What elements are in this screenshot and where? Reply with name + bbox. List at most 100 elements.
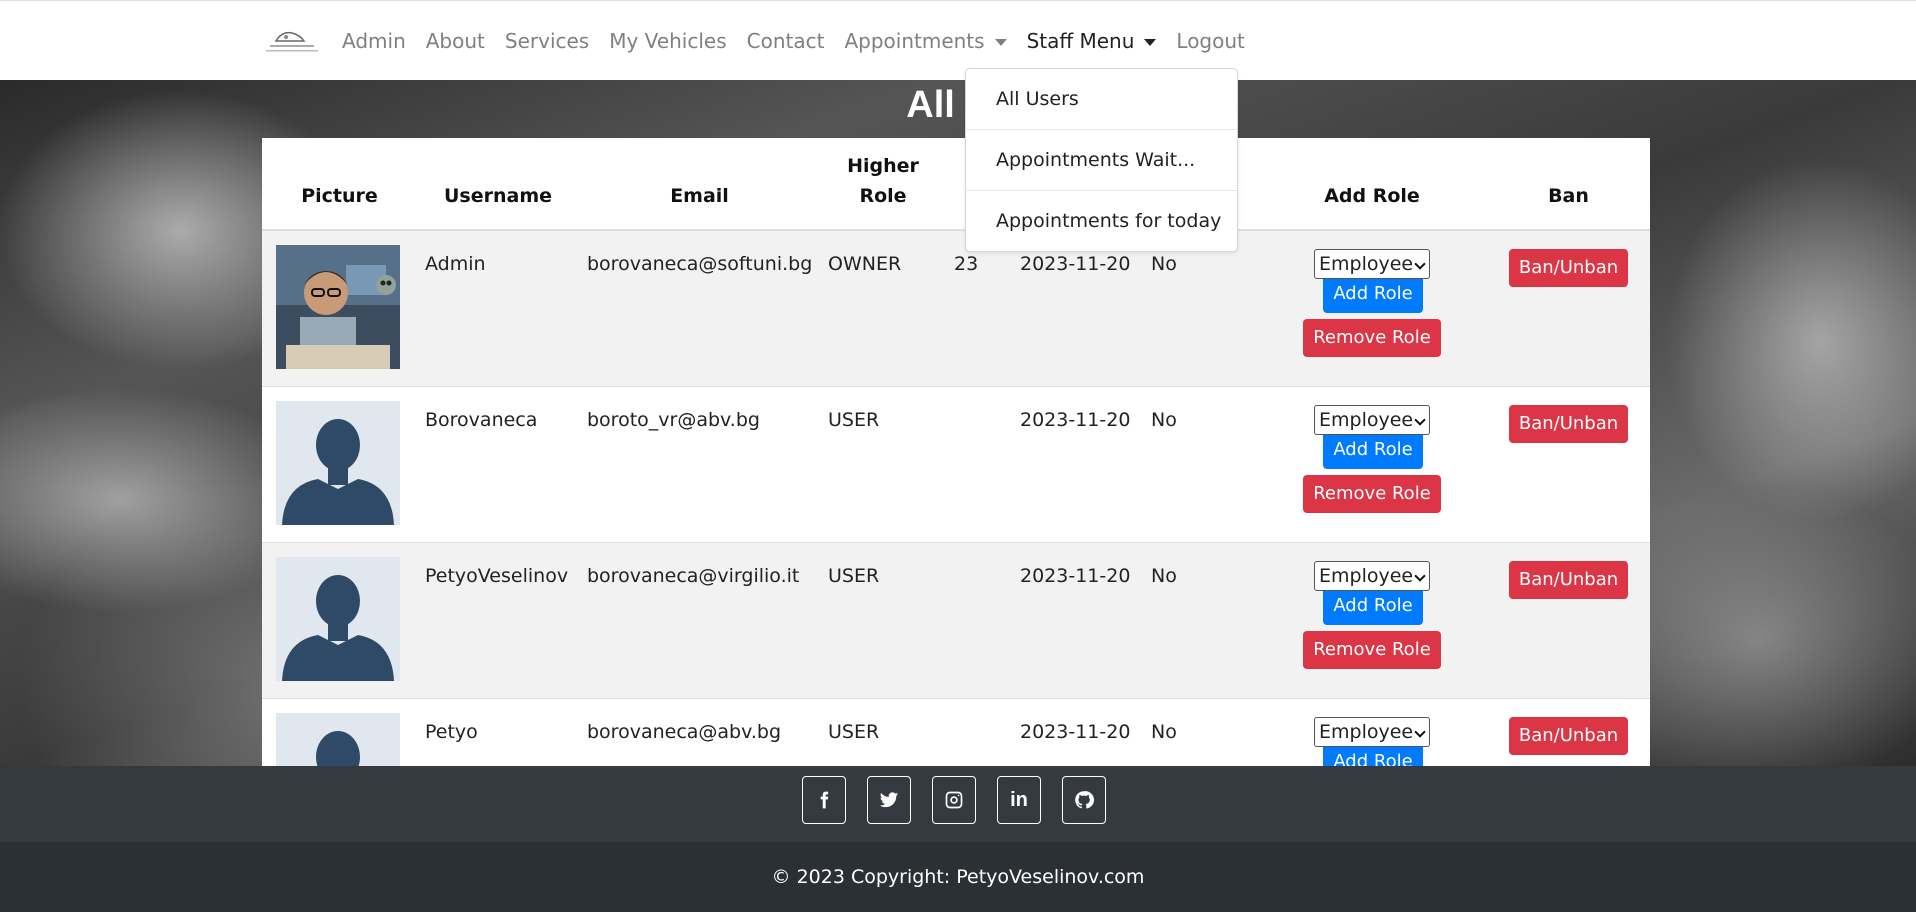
- logo[interactable]: [262, 27, 322, 57]
- linkedin-icon: in: [1010, 788, 1028, 811]
- age-cell: [946, 541, 1012, 698]
- add-role-button[interactable]: Add Role: [1323, 275, 1423, 313]
- linkedin-button[interactable]: in: [997, 776, 1041, 824]
- ban-unban-button[interactable]: Ban/Unban: [1508, 560, 1629, 599]
- ban-unban-button[interactable]: Ban/Unban: [1508, 716, 1629, 755]
- email-cell: boroto_vr@abv.bg: [579, 385, 820, 542]
- ban-unban-button[interactable]: Ban/Unban: [1508, 404, 1629, 443]
- github-button[interactable]: [1062, 776, 1106, 824]
- add-role-cell: EmployeeAdd Role Remove Role: [1257, 541, 1487, 698]
- role-select-value: Employee: [1319, 408, 1414, 431]
- role-select[interactable]: Employee: [1314, 404, 1430, 435]
- ban-unban-button[interactable]: Ban/Unban: [1508, 249, 1629, 287]
- username-cell: Admin: [417, 229, 579, 386]
- role-select-value: Employee: [1319, 253, 1414, 275]
- role-cell: USER: [820, 697, 946, 766]
- staff-menu-dropdown: All Users Appointments Wait... Appointme…: [965, 68, 1238, 252]
- picture-cell: [262, 229, 417, 386]
- date-cell: 2023-11-20: [1012, 697, 1143, 766]
- banned-cell: No: [1143, 697, 1257, 766]
- age-cell: [946, 385, 1012, 542]
- username-cell: Petyo: [417, 697, 579, 766]
- users-table: Picture Username Email Higher Role A Add…: [262, 138, 1650, 766]
- role-select[interactable]: Employee: [1314, 249, 1430, 279]
- date-cell: 2023-11-20: [1012, 385, 1143, 542]
- facebook-icon: [820, 791, 829, 809]
- email-cell: borovaneca@virgilio.it: [579, 541, 820, 698]
- age-cell: 23: [946, 229, 1012, 386]
- github-icon: [1075, 791, 1094, 809]
- users-table-panel: Picture Username Email Higher Role A Add…: [262, 138, 1650, 766]
- table-header-row: Picture Username Email Higher Role A Add…: [262, 138, 1650, 231]
- remove-role-button[interactable]: Remove Role: [1303, 630, 1441, 669]
- user-photo: [276, 245, 400, 369]
- dropdown-item-all-users[interactable]: All Users: [966, 69, 1237, 130]
- dropdown-item-appointments-today[interactable]: Appointments for today: [966, 191, 1237, 252]
- role-select[interactable]: Employee: [1314, 560, 1430, 591]
- add-role-button[interactable]: Add Role: [1323, 430, 1423, 469]
- nav-admin[interactable]: Admin: [342, 29, 406, 53]
- add-role-cell: EmployeeAdd Role Remove Role: [1257, 385, 1487, 542]
- page-title: All us: [906, 84, 1010, 126]
- ban-cell: Ban/Unban: [1487, 541, 1650, 698]
- remove-role-button[interactable]: Remove Role: [1303, 474, 1441, 513]
- footer-social-bar: in: [0, 766, 1916, 842]
- nav-services[interactable]: Services: [505, 29, 589, 53]
- nav-about[interactable]: About: [426, 29, 485, 53]
- caret-down-icon: [1144, 38, 1157, 46]
- add-role-button[interactable]: Add Role: [1323, 586, 1423, 625]
- header-ban: Ban: [1487, 138, 1650, 231]
- default-avatar-icon: [276, 712, 400, 766]
- facebook-button[interactable]: [802, 776, 846, 824]
- header-add-role: Add Role: [1257, 138, 1487, 231]
- username-cell: PetyoVeselinov: [417, 541, 579, 698]
- chevron-down-icon: [1414, 413, 1426, 426]
- picture-cell: [262, 541, 417, 698]
- ban-cell: Ban/Unban: [1487, 229, 1650, 386]
- caret-down-icon: [994, 38, 1007, 46]
- email-cell: borovaneca@abv.bg: [579, 697, 820, 766]
- nav-logout[interactable]: Logout: [1176, 29, 1244, 53]
- footer-copyright: © 2023 Copyright: PetyoVeselinov.com: [0, 842, 1916, 912]
- nav-contact[interactable]: Contact: [747, 29, 825, 53]
- default-avatar-icon: [276, 556, 400, 681]
- table-row: Petyo borovaneca@abv.bg USER 2023-11-20 …: [262, 697, 1650, 766]
- banned-cell: No: [1143, 385, 1257, 542]
- table-row: PetyoVeselinov borovaneca@virgilio.it US…: [262, 541, 1650, 698]
- navbar: Admin About Services My Vehicles Contact…: [0, 0, 1916, 80]
- add-role-cell: EmployeeAdd Role Remove Role: [1257, 229, 1487, 386]
- header-email: Email: [579, 138, 820, 231]
- role-cell: USER: [820, 541, 946, 698]
- age-cell: [946, 697, 1012, 766]
- table-row: Admin borovaneca@softuni.bg OWNER 23 202…: [262, 229, 1650, 386]
- chevron-down-icon: [1414, 258, 1426, 270]
- nav-my-vehicles[interactable]: My Vehicles: [609, 29, 726, 53]
- default-avatar-icon: [276, 400, 400, 525]
- twitter-button[interactable]: [867, 776, 911, 824]
- role-cell: OWNER: [820, 229, 946, 386]
- banned-cell: No: [1143, 229, 1257, 386]
- role-cell: USER: [820, 385, 946, 542]
- username-cell: Borovaneca: [417, 385, 579, 542]
- chevron-down-icon: [1414, 569, 1426, 582]
- banned-cell: No: [1143, 541, 1257, 698]
- remove-role-button[interactable]: Remove Role: [1303, 319, 1441, 357]
- nav-staff-menu-dropdown[interactable]: Staff Menu: [1027, 29, 1157, 53]
- instagram-icon: [945, 791, 963, 809]
- ban-cell: Ban/Unban: [1487, 697, 1650, 766]
- add-role-cell: EmployeeAdd Role Remove Role: [1257, 697, 1487, 766]
- nav-appointments-dropdown[interactable]: Appointments: [844, 29, 1007, 53]
- twitter-icon: [879, 792, 899, 808]
- instagram-button[interactable]: [932, 776, 976, 824]
- header-username: Username: [417, 138, 579, 231]
- role-select-value: Employee: [1319, 564, 1414, 587]
- table-row: Borovaneca boroto_vr@abv.bg USER 2023-11…: [262, 385, 1650, 542]
- header-picture: Picture: [262, 138, 417, 231]
- dropdown-item-appointments-waiting[interactable]: Appointments Wait...: [966, 130, 1237, 191]
- role-select[interactable]: Employee: [1314, 716, 1430, 747]
- picture-cell: [262, 385, 417, 542]
- header-higher-role: Higher Role: [820, 138, 946, 231]
- ban-cell: Ban/Unban: [1487, 385, 1650, 542]
- email-cell: borovaneca@softuni.bg: [579, 229, 820, 386]
- chevron-down-icon: [1414, 725, 1426, 738]
